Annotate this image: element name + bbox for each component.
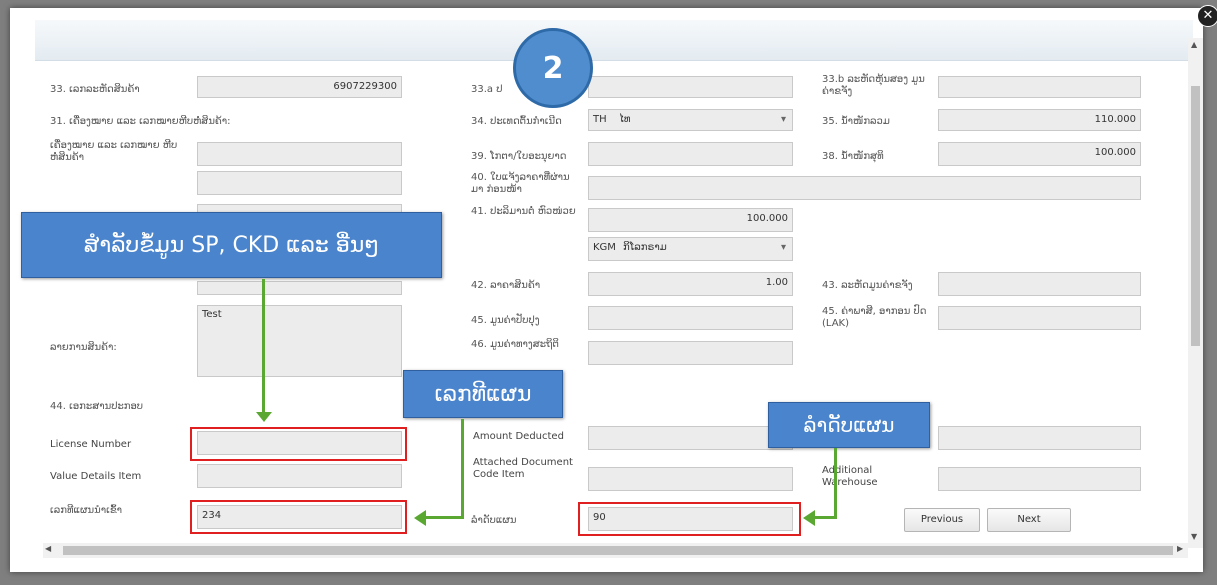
f42-label: 42. ລາຄາສິນຄ້າ	[471, 280, 541, 291]
amount-deducted-label: Amount Deducted	[473, 431, 564, 442]
additional-warehouse-label: Additional Warehouse	[822, 465, 878, 488]
f33b-input[interactable]	[938, 76, 1141, 98]
arrow-head-plan-number	[414, 510, 426, 526]
f45b-label: 45. ຄ່າພາສີ, ອາກອນ ປົດ (LAK)	[822, 306, 927, 329]
scroll-up-icon[interactable]: ▲	[1191, 40, 1197, 49]
f46-input[interactable]	[588, 341, 793, 365]
attached-doc-input[interactable]	[588, 467, 793, 491]
plan-number-label: ເລກທີແຜນນໍາເຂົ້າ	[50, 505, 123, 516]
f41-unit-select[interactable]: KGM ກິໂລກຣາມ	[588, 237, 793, 261]
modal-header	[35, 20, 1193, 61]
f33a-input[interactable]	[588, 76, 793, 98]
f31-label: 31. ເຄື່ອງໝາຍ ແລະ ເລກໝາຍຫີບຫໍ່ສິນຄ້າ:	[50, 116, 231, 127]
previous-button[interactable]: Previous	[904, 508, 980, 532]
f45-input[interactable]	[588, 306, 793, 330]
f31-input-2[interactable]	[197, 171, 402, 195]
f34-select[interactable]: TH ໄທ	[588, 109, 793, 131]
f40-label: 40. ໃບແຈ້ງລາຄາທີ່ຜ່ານມາ ກ່ອນໜ້າ	[471, 172, 570, 195]
f33-label: 33. ເລກລະຫັດສິນຄ້າ	[50, 84, 140, 95]
next-button[interactable]: Next	[987, 508, 1071, 532]
arrow-line-plan-order-v	[834, 448, 837, 519]
f33a-label: 33.a ປ	[471, 84, 503, 95]
f41-input[interactable]: 100.000	[588, 208, 793, 232]
plan-number-highlight-box	[190, 500, 407, 534]
arrow-line-plan-number-h	[425, 516, 464, 519]
arrow-head-sp-ckd	[256, 412, 272, 422]
f43-input[interactable]	[938, 272, 1141, 296]
f41-unit-value: ກິໂລກຣາມ	[623, 242, 667, 253]
f34-label: 34. ປະເທດຕົ້ນກໍາເນີດ	[471, 116, 562, 127]
f43-label: 43. ລະຫັດມູນຄ່າຂຈັງ	[822, 280, 913, 291]
f31-sub-label: ເຄື່ອງໝາຍ ແລະ ເລກໝາຍ ຫີບຫໍ່ສິນຄ້າ	[50, 140, 178, 163]
f33-input[interactable]: 6907229300	[197, 76, 402, 98]
f45-label: 45. ມູນຄ່າປັບປຸງ	[471, 315, 540, 326]
f38-input[interactable]: 100.000	[938, 142, 1141, 166]
f34-code: TH	[593, 114, 607, 125]
horizontal-scroll-thumb[interactable]	[63, 546, 1173, 555]
f42-input[interactable]: 1.00	[588, 272, 793, 296]
f46-label: 46. ມູນຄ່າທາງສະຖິຕິ	[471, 339, 559, 350]
f40-input[interactable]	[588, 176, 1141, 200]
callout-plan-number: ເລກທີແຜນ	[403, 370, 563, 418]
description-textarea[interactable]: Test	[197, 305, 402, 377]
value-details-label: Value Details Item	[50, 471, 142, 482]
additional-warehouse-input[interactable]	[938, 467, 1141, 491]
f45b-input[interactable]	[938, 306, 1141, 330]
amount-deducted-input[interactable]	[588, 426, 793, 450]
callout-plan-order: ລໍາດັບແຜນ	[768, 402, 930, 448]
attached-doc-label: Attached Document Code Item	[473, 457, 573, 480]
scroll-down-icon[interactable]: ▼	[1191, 532, 1197, 541]
description-label: ລາຍການສິນຄ້າ:	[50, 342, 117, 353]
f35-label: 35. ນໍ້າໜັກລວມ	[822, 116, 890, 127]
modal-dialog: 33. ເລກລະຫັດສິນຄ້າ 6907229300 31. ເຄື່ອງ…	[10, 8, 1203, 572]
f38-label: 38. ນໍ້າໜັກສຸທິ	[822, 151, 884, 162]
plan-order-highlight-box	[578, 502, 801, 536]
f39-input[interactable]	[588, 142, 793, 166]
hidden-input-2[interactable]	[197, 281, 402, 295]
f35-input[interactable]: 110.000	[938, 109, 1141, 131]
arrow-line-sp-ckd	[262, 279, 265, 415]
license-highlight-box	[190, 427, 407, 461]
vertical-scrollbar[interactable]: ▲ ▼	[1188, 38, 1203, 548]
value-details-input[interactable]	[197, 464, 402, 488]
arrow-line-plan-number-v	[461, 419, 464, 519]
scroll-right-icon[interactable]: ▶	[1177, 544, 1183, 553]
arrow-line-plan-order-h	[814, 516, 837, 519]
horizontal-scrollbar[interactable]: ◀ ▶	[43, 543, 1188, 558]
f44-label: 44. ເອກະສານປະກອບ	[50, 401, 144, 412]
plan-order-label: ລໍາດັບແຜນ	[471, 515, 517, 526]
f34-value: ໄທ	[619, 114, 631, 125]
f33b-label: 33.b ລະຫັດຫຸ້ນສອງ ມູນຄ່າຂຈັງ	[822, 74, 925, 97]
step-number-badge: 2	[513, 28, 593, 108]
callout-sp-ckd: ສໍາລັບຂໍ້ມູນ SP, CKD ແລະ ອື່ນໆ	[21, 212, 442, 278]
license-number-label: License Number	[50, 439, 132, 450]
arrow-head-plan-order	[803, 510, 815, 526]
f39-label: 39. ໂກຕາ/ໃບອະນຸຍາດ	[471, 151, 567, 162]
vertical-scroll-thumb[interactable]	[1191, 86, 1200, 346]
f31-input-1[interactable]	[197, 142, 402, 166]
scroll-left-icon[interactable]: ◀	[45, 544, 51, 553]
f41-unit-code: KGM	[593, 242, 616, 253]
f41-label: 41. ປະລິມານຕໍ່ ຫົວໜ່ວຍ	[471, 206, 576, 217]
additional-input-1[interactable]	[938, 426, 1141, 450]
close-icon[interactable]: ✕	[1197, 5, 1217, 27]
